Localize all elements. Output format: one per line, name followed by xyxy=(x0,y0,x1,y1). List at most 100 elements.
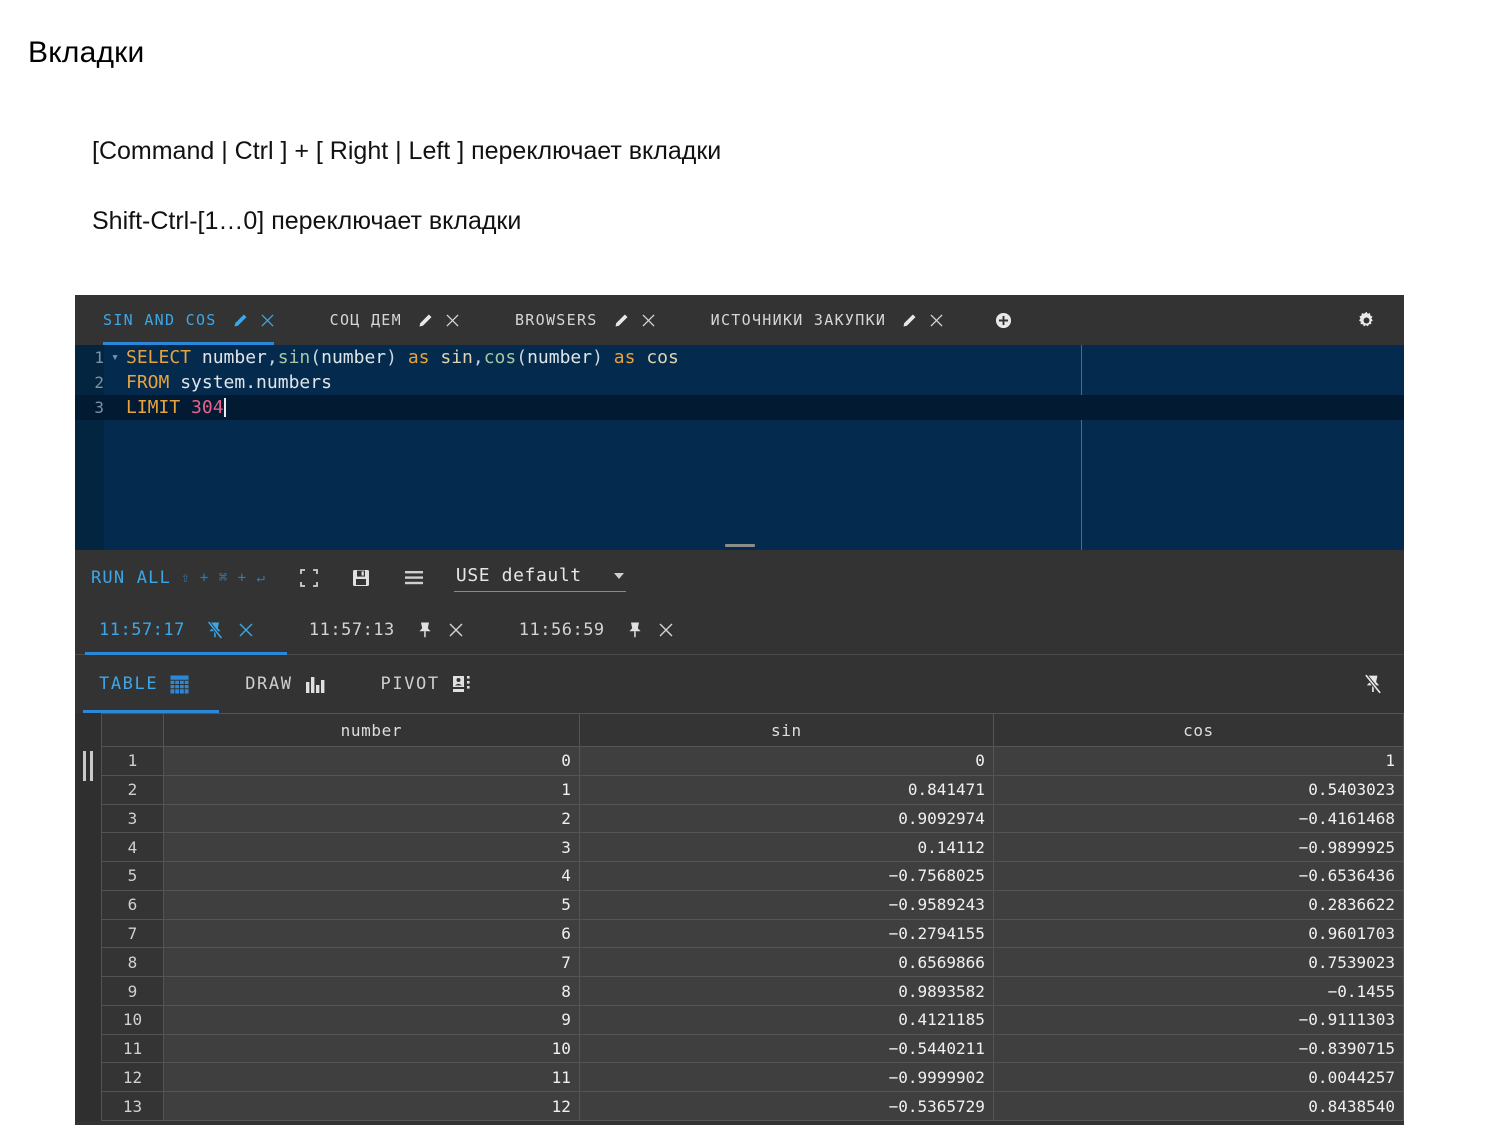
pencil-icon[interactable] xyxy=(902,313,917,328)
cell-sin[interactable]: −0.5365729 xyxy=(578,1091,994,1121)
cell-sin[interactable]: 0.841471 xyxy=(578,774,994,805)
table-row[interactable]: 12 11 −0.9999902 0.0044257 xyxy=(101,1062,1404,1093)
result-tab-115717[interactable]: 11:57:17 xyxy=(85,605,287,655)
cell-cos[interactable]: −0.9899925 xyxy=(992,832,1404,863)
cell-sin[interactable]: 0.9893582 xyxy=(578,976,994,1006)
table-row[interactable]: 4 3 0.14112 −0.9899925 xyxy=(101,832,1404,863)
cell-number[interactable]: 1 xyxy=(162,774,580,805)
cell-sin[interactable]: −0.5440211 xyxy=(578,1033,994,1064)
database-selector[interactable]: USE default xyxy=(453,563,626,592)
close-icon[interactable] xyxy=(449,623,463,637)
cell-cos[interactable]: 0.7539023 xyxy=(992,947,1404,978)
gear-icon[interactable] xyxy=(1357,311,1376,330)
plus-circle-icon[interactable] xyxy=(995,312,1012,329)
tab-soc-dem[interactable]: СОЦ ДЕМ xyxy=(330,295,459,345)
cell-cos[interactable]: 0.9601703 xyxy=(992,918,1404,949)
table-row[interactable]: 6 5 −0.9589243 0.2836622 xyxy=(101,889,1404,920)
cell-cos[interactable]: −0.9111303 xyxy=(992,1004,1404,1035)
table-row[interactable]: 9 8 0.9893582 −0.1455 xyxy=(101,976,1404,1006)
result-tab-115713[interactable]: 11:57:13 xyxy=(309,605,463,655)
pin-off-icon[interactable] xyxy=(207,620,223,639)
close-icon[interactable] xyxy=(642,313,655,327)
cell-sin[interactable]: −0.9999902 xyxy=(578,1062,994,1093)
code-line-2[interactable]: 2 FROM system.numbers xyxy=(75,370,1404,395)
cell-number[interactable]: 3 xyxy=(162,832,580,863)
cell-number[interactable]: 5 xyxy=(162,889,580,920)
cell-cos[interactable]: −0.8390715 xyxy=(992,1033,1404,1064)
tab-browsers[interactable]: BROWSERS xyxy=(515,295,655,345)
cell-sin[interactable]: −0.7568025 xyxy=(578,861,994,891)
cell-number[interactable]: 9 xyxy=(162,1004,580,1035)
cell-sin[interactable]: 0.6569866 xyxy=(578,947,994,978)
row-index: 9 xyxy=(101,976,164,1006)
cell-number[interactable]: 10 xyxy=(162,1033,580,1064)
run-all-shortcut-hint: ⇧ + ⌘ + ↵ xyxy=(181,569,266,586)
code-line-3[interactable]: 3 LIMIT 304 xyxy=(75,395,1404,420)
cell-cos[interactable]: −0.1455 xyxy=(992,976,1404,1006)
code-line-1[interactable]: 1 ▾ SELECT number,sin(number) as sin,cos… xyxy=(75,345,1404,370)
fold-toggle-icon[interactable]: ▾ xyxy=(104,345,126,370)
cell-number[interactable]: 7 xyxy=(162,947,580,978)
table-row[interactable]: 3 2 0.9092974 −0.4161468 xyxy=(101,803,1404,834)
table-row[interactable]: 11 10 −0.5440211 −0.8390715 xyxy=(101,1033,1404,1064)
pencil-icon[interactable] xyxy=(418,313,433,328)
column-header-number[interactable]: number xyxy=(162,713,580,747)
cell-sin[interactable]: −0.2794155 xyxy=(578,918,994,949)
cell-cos[interactable]: 0.0044257 xyxy=(992,1062,1404,1093)
column-header-sin[interactable]: sin xyxy=(578,713,994,747)
table-row[interactable]: 8 7 0.6569866 0.7539023 xyxy=(101,947,1404,978)
result-tab-115659[interactable]: 11:56:59 xyxy=(519,605,673,655)
cell-sin[interactable]: 0.9092974 xyxy=(578,803,994,834)
cell-cos[interactable]: 0.2836622 xyxy=(992,889,1404,920)
tab-draw-view[interactable]: DRAW xyxy=(245,655,324,713)
tab-istochniki-zakupki[interactable]: ИСТОЧНИКИ ЗАКУПКИ xyxy=(711,295,944,345)
result-pin-toggle[interactable] xyxy=(1364,674,1382,694)
cell-cos[interactable]: 1 xyxy=(992,746,1404,776)
cell-cos[interactable]: 0.8438540 xyxy=(992,1091,1404,1121)
close-icon[interactable] xyxy=(659,623,673,637)
tab-label: SIN AND COS xyxy=(103,311,217,329)
close-icon[interactable] xyxy=(446,313,459,327)
fullscreen-icon[interactable] xyxy=(300,568,318,587)
table-row[interactable]: 1 0 0 1 xyxy=(101,746,1404,776)
save-icon[interactable] xyxy=(352,569,370,587)
column-header-cos[interactable]: cos xyxy=(992,713,1404,747)
cell-number[interactable]: 0 xyxy=(162,746,580,776)
close-icon[interactable] xyxy=(239,623,253,637)
pin-icon[interactable] xyxy=(627,621,643,639)
table-row[interactable]: 7 6 −0.2794155 0.9601703 xyxy=(101,918,1404,949)
tab-pivot-view[interactable]: PIVOT xyxy=(381,655,472,713)
run-all-button[interactable]: RUN ALL xyxy=(91,568,171,588)
tab-table-view[interactable]: TABLE xyxy=(83,655,220,713)
column-header-rownum[interactable] xyxy=(101,713,164,747)
cell-number[interactable]: 12 xyxy=(162,1091,580,1121)
pencil-icon[interactable] xyxy=(614,313,629,328)
cell-cos[interactable]: −0.4161468 xyxy=(992,803,1404,834)
table-row[interactable]: 13 12 −0.5365729 0.8438540 xyxy=(101,1091,1404,1121)
cell-cos[interactable]: 0.5403023 xyxy=(992,774,1404,805)
tab-sin-and-cos[interactable]: SIN AND COS xyxy=(103,295,274,345)
table-row[interactable]: 5 4 −0.7568025 −0.6536436 xyxy=(101,861,1404,891)
cell-sin[interactable]: 0.14112 xyxy=(578,832,994,863)
cell-number[interactable]: 2 xyxy=(162,803,580,834)
close-icon[interactable] xyxy=(930,313,943,327)
editor-resize-handle[interactable] xyxy=(724,540,755,550)
table-row[interactable]: 10 9 0.4121185 −0.9111303 xyxy=(101,1004,1404,1035)
sql-editor[interactable]: 1 ▾ SELECT number,sin(number) as sin,cos… xyxy=(75,345,1404,550)
cell-sin[interactable]: −0.9589243 xyxy=(578,889,994,920)
cell-number[interactable]: 6 xyxy=(162,918,580,949)
close-icon[interactable] xyxy=(261,313,274,327)
table-row[interactable]: 2 1 0.841471 0.5403023 xyxy=(101,774,1404,805)
cell-sin[interactable]: 0 xyxy=(578,746,994,776)
pencil-icon[interactable] xyxy=(233,313,248,328)
pin-icon[interactable] xyxy=(417,621,433,639)
cell-number[interactable]: 11 xyxy=(162,1062,580,1093)
pin-off-icon[interactable] xyxy=(1364,674,1382,694)
cell-cos[interactable]: −0.6536436 xyxy=(992,861,1404,891)
cell-number[interactable]: 8 xyxy=(162,976,580,1006)
cell-sin[interactable]: 0.4121185 xyxy=(578,1004,994,1035)
cell-number[interactable]: 4 xyxy=(162,861,580,891)
menu-icon[interactable] xyxy=(404,570,424,586)
page-title: Вкладки xyxy=(28,36,145,69)
results-resize-grip[interactable] xyxy=(75,713,101,1121)
